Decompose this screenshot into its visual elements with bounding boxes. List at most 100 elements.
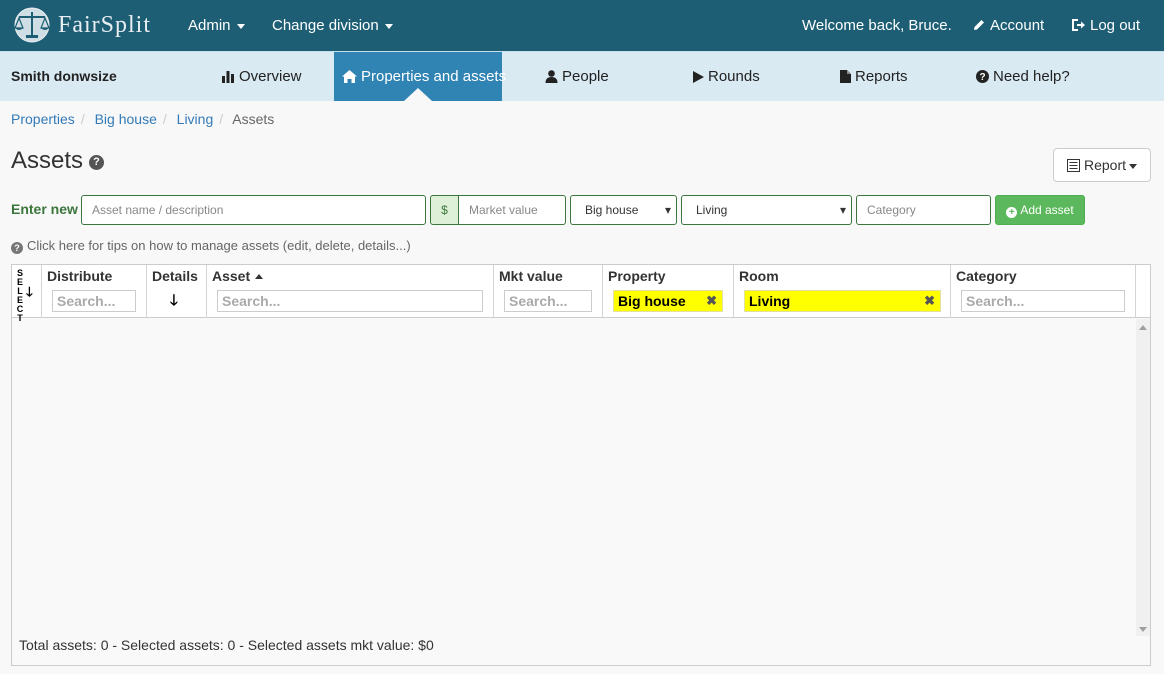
breadcrumb-separator: / [162, 111, 167, 127]
distribute-search-input[interactable]: Search... [52, 290, 136, 312]
scroll-down-icon[interactable] [1139, 627, 1147, 632]
page-title: Assets [11, 147, 84, 174]
clear-filter-icon[interactable]: ✖ [706, 291, 717, 311]
col-mkt-value-title[interactable]: Mkt value [499, 268, 563, 284]
admin-dropdown[interactable]: Admin [188, 0, 245, 51]
account-link[interactable]: Account [972, 0, 1044, 51]
tab-overview-label: Overview [239, 68, 302, 85]
col-asset-title[interactable]: Asset [212, 268, 264, 284]
sort-ascending-icon [255, 274, 264, 279]
col-category: Category Search... [951, 265, 1136, 318]
brand[interactable]: FairSplit [10, 4, 151, 46]
tab-people-label: People [562, 68, 609, 85]
tab-properties-label: Properties and assets [361, 68, 507, 85]
category-input[interactable]: Category [856, 195, 991, 225]
user-icon [545, 70, 558, 83]
property-select[interactable]: Big house [570, 195, 677, 225]
col-distribute-title[interactable]: Distribute [47, 268, 112, 284]
change-division-label: Change division [272, 17, 379, 34]
breadcrumb-big-house[interactable]: Big house [95, 111, 157, 127]
bar-chart-icon [222, 71, 234, 83]
room-select[interactable]: Living [681, 195, 852, 225]
mkt-value-search-input[interactable]: Search... [504, 290, 592, 312]
tab-reports[interactable]: Reports [840, 52, 908, 101]
tab-reports-label: Reports [855, 68, 908, 85]
currency-addon: $ [430, 195, 459, 225]
col-property: Property Big house ✖ [603, 265, 734, 318]
report-label: Report [1083, 157, 1127, 173]
add-asset-button[interactable]: + Add asset [995, 195, 1085, 225]
breadcrumb-living[interactable]: Living [177, 111, 214, 127]
report-dropdown-button[interactable]: Report [1053, 148, 1151, 182]
home-icon [342, 70, 357, 83]
caret-down-icon [384, 23, 393, 29]
tips-link[interactable]: ? Click here for tips on how to manage as… [11, 238, 411, 254]
scroll-up-icon[interactable] [1139, 325, 1147, 330]
grid-summary: Total assets: 0 - Selected assets: 0 - S… [19, 637, 434, 653]
room-filter-value: Living [749, 293, 791, 309]
market-value-input[interactable]: Market value [458, 195, 566, 225]
breadcrumb-separator: / [80, 111, 85, 127]
caret-down-icon [1129, 163, 1138, 169]
logout-label: Log out [1090, 17, 1141, 34]
col-details: Details 🡓 [147, 265, 207, 318]
caret-down-icon [236, 23, 245, 29]
plus-circle-icon: + [1006, 207, 1018, 218]
tab-people[interactable]: People [545, 52, 609, 101]
file-icon [840, 70, 851, 83]
welcome-text: Welcome back, Bruce. [802, 17, 952, 34]
breadcrumb: Properties / Big house / Living / Assets [11, 111, 274, 127]
col-property-title[interactable]: Property [608, 268, 666, 284]
breadcrumb-separator: / [219, 111, 224, 127]
col-mkt-value: Mkt value Search... [494, 265, 603, 318]
room-filter-input[interactable]: Living ✖ [744, 290, 941, 312]
scales-logo-icon [14, 7, 50, 43]
active-tab-indicator [404, 88, 432, 101]
tab-rounds-label: Rounds [708, 68, 760, 85]
top-navbar: FairSplit Admin Change division Welcome … [0, 0, 1164, 51]
change-division-dropdown[interactable]: Change division [272, 0, 393, 51]
breadcrumb-current: Assets [232, 111, 275, 127]
admin-label: Admin [188, 17, 231, 34]
property-filter-value: Big house [618, 293, 686, 309]
col-asset-label: Asset [212, 268, 251, 284]
breadcrumb-properties[interactable]: Properties [11, 111, 75, 127]
play-icon [693, 71, 704, 83]
tab-rounds[interactable]: Rounds [693, 52, 760, 101]
category-search-input[interactable]: Search... [961, 290, 1125, 312]
logout-link[interactable]: Log out [1071, 0, 1140, 51]
grid-scrollbar[interactable] [1136, 319, 1150, 636]
division-name: Smith donwsize [11, 68, 117, 84]
tab-need-help-label: Need help? [993, 68, 1070, 85]
grid-header: SELECT 🡓 Distribute Search... Details 🡓 … [12, 265, 1150, 323]
arrow-down-icon[interactable]: 🡓 [170, 290, 178, 315]
col-room: Room Living ✖ [734, 265, 951, 318]
division-navbar: Smith donwsize Overview Properties and a… [0, 51, 1164, 101]
logout-icon [1072, 19, 1085, 31]
list-icon [1066, 159, 1080, 172]
tab-need-help[interactable]: ? Need help? [976, 52, 1070, 101]
tab-overview[interactable]: Overview [222, 52, 302, 101]
brand-name: FairSplit [58, 11, 152, 38]
col-select[interactable]: SELECT 🡓 [12, 265, 42, 323]
arrow-down-icon: 🡓 [26, 284, 33, 299]
property-filter-input[interactable]: Big house ✖ [613, 290, 723, 312]
assets-grid: SELECT 🡓 Distribute Search... Details 🡓 … [11, 264, 1151, 666]
add-asset-label: Add asset [1020, 203, 1074, 217]
asset-search-input[interactable]: Search... [217, 290, 483, 312]
asset-name-input[interactable]: Asset name / description [81, 195, 426, 225]
clear-filter-icon[interactable]: ✖ [924, 291, 935, 311]
question-circle-icon: ? [976, 70, 989, 83]
col-asset: Asset Search... [207, 265, 494, 318]
tips-text: Click here for tips on how to manage ass… [27, 238, 411, 253]
col-room-title[interactable]: Room [739, 268, 779, 284]
account-label: Account [990, 17, 1045, 34]
svg-text:?: ? [979, 72, 985, 83]
tab-properties-and-assets[interactable]: Properties and assets [334, 52, 506, 101]
col-category-title[interactable]: Category [956, 268, 1017, 284]
col-distribute: Distribute Search... [42, 265, 147, 318]
page-title-wrap: Assets? [11, 147, 105, 175]
enter-new-label: Enter new [11, 201, 78, 217]
help-icon[interactable]: ? [89, 155, 105, 170]
col-details-title[interactable]: Details [152, 268, 198, 284]
